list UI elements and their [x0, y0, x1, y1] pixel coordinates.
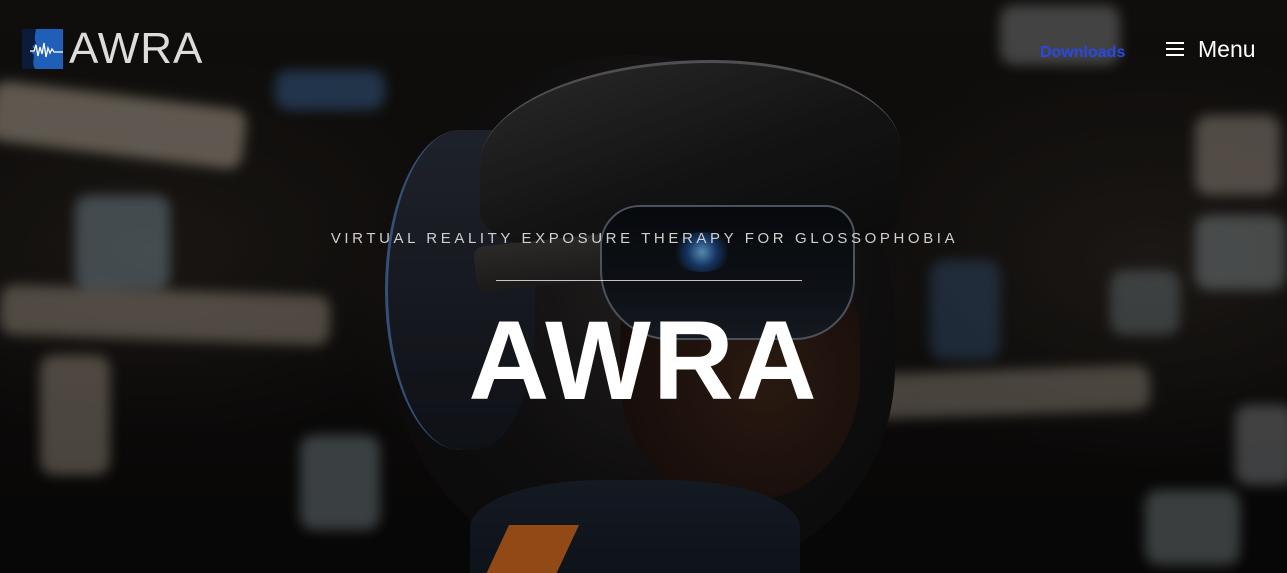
hero-section: AWRA Downloads Menu VIRTUAL REALITY EXPO… [0, 0, 1287, 573]
image-overlay [0, 0, 1287, 573]
menu-label: Menu [1198, 36, 1256, 62]
sound-wave-head-icon [22, 29, 63, 69]
hero-divider [496, 280, 802, 281]
downloads-link[interactable]: Downloads [1040, 44, 1125, 62]
hamburger-icon [1166, 42, 1184, 57]
hero-tagline: VIRTUAL REALITY EXPOSURE THERAPY FOR GLO… [330, 230, 959, 247]
menu-button[interactable]: Menu [1166, 36, 1256, 63]
site-logo[interactable]: AWRA [22, 27, 203, 71]
hero-title: AWRA [468, 298, 819, 423]
logo-text: AWRA [69, 24, 204, 73]
